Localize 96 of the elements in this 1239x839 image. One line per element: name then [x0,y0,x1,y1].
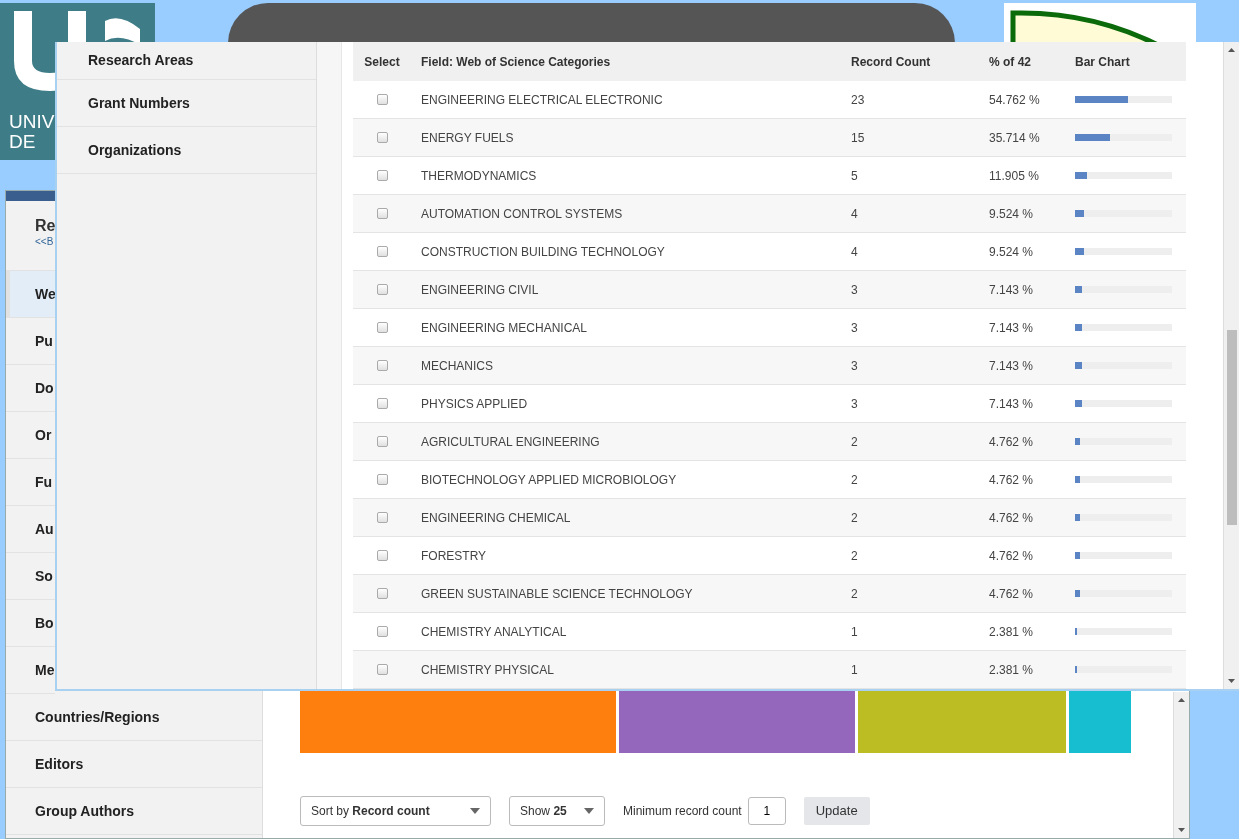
table-cell-text: 1 [850,661,859,679]
column-header[interactable]: Bar Chart [1065,52,1182,71]
table-cell-text: 2 [850,433,859,451]
scroll-up-icon[interactable] [1178,698,1185,702]
table-cell-text: GREEN SUSTAINABLE SCIENCE TECHNOLOGY [420,585,694,603]
table-cell-text: ENGINEERING CHEMICAL [420,509,572,527]
table-cell-text: 5 [850,167,859,185]
table-cell-text: 1 [850,623,859,641]
table-cell-text: ENGINEERING CIVIL [420,281,540,299]
show-label: Show 25 [520,803,567,820]
table-cell-text: 23 [850,91,866,109]
column-header[interactable]: Select [353,52,411,71]
row-checkbox[interactable] [376,436,388,447]
row-checkbox[interactable] [376,588,388,599]
row-checkbox[interactable] [376,512,388,523]
scroll-thumb[interactable] [1227,330,1237,525]
sort-label: Sort by Record count [311,803,430,820]
row-checkbox[interactable] [376,170,388,181]
table-cell-text: 2 [850,471,859,489]
table-cell-text: 35.714 % [988,129,1041,147]
row-checkbox[interactable] [376,550,388,561]
min-count-field[interactable]: 1 [747,797,786,825]
table-cell-text: ENGINEERING MECHANICAL [420,319,589,337]
table-cell-text: 4.762 % [988,509,1035,527]
table-cell-text: ENERGY FUELS [420,129,515,147]
table-cell-text: 3 [850,357,859,375]
column-header[interactable]: Field: Web of Science Categories [411,52,841,71]
table-cell-text: 4.762 % [988,547,1035,565]
sidebar-item[interactable]: Editors [6,741,262,788]
sidebar-heading: Re [35,217,57,235]
row-checkbox[interactable] [376,322,388,333]
column-header[interactable]: % of 42 [979,52,1065,71]
sidebar-item[interactable]: Countries/Regions [6,694,262,741]
min-count-label: Minimum record count [623,803,742,820]
table-cell-text: 4 [850,205,859,223]
table-cell-text: PHYSICS APPLIED [420,395,529,413]
table-cell-text: 7.143 % [988,319,1035,337]
table-cell-text: 3 [850,395,859,413]
row-checkbox[interactable] [376,132,388,143]
row-checkbox[interactable] [376,284,388,295]
scroll-up-icon[interactable] [1228,48,1235,52]
table-cell-text: 7.143 % [988,281,1035,299]
row-checkbox[interactable] [376,474,388,485]
table-cell-text: 9.524 % [988,243,1035,261]
table-cell-text: 54.762 % [988,91,1041,109]
sidebar-item[interactable]: Grant Numbers [57,80,316,127]
table-cell-text: 15 [850,129,866,147]
update-button[interactable]: Update [803,797,870,825]
table-cell-text: 4.762 % [988,471,1035,489]
table-cell-text: FORESTRY [420,547,488,565]
row-checkbox[interactable] [376,664,388,675]
sidebar-item[interactable]: Group Authors [6,788,262,835]
table-cell-text: CHEMISTRY PHYSICAL [420,661,555,679]
caret-icon [470,808,480,814]
row-checkbox[interactable] [376,94,388,105]
scrollbar[interactable] [1173,692,1189,838]
table-cell-text: 3 [850,319,859,337]
column-header[interactable]: Record Count [841,52,979,71]
row-checkbox[interactable] [376,246,388,257]
row-checkbox[interactable] [376,360,388,371]
logo-text: UNIV [9,112,55,132]
sort-dropdown[interactable]: Sort by Record count [300,796,491,826]
table-cell-text: 2.381 % [988,661,1035,679]
scrollbar[interactable] [1223,42,1239,689]
table-cell-text: 11.905 % [988,167,1040,185]
table-cell-text: 4 [850,243,859,261]
table-cell-text: THERMODYNAMICS [420,167,538,185]
logo-text: DE [9,132,36,152]
table-cell-text: 3 [850,281,859,299]
sidebar-item[interactable]: Research Areas [57,42,316,80]
table-cell-text: ENGINEERING ELECTRICAL ELECTRONIC [420,91,664,109]
scroll-down-icon[interactable] [1228,679,1235,683]
table-cell-text: 4.762 % [988,585,1035,603]
table-cell-text: 7.143 % [988,395,1035,413]
table-cell-text: 7.143 % [988,357,1035,375]
table-cell-text: MECHANICS [420,357,494,375]
table-cell-text: 9.524 % [988,205,1035,223]
table-cell-text: AUTOMATION CONTROL SYSTEMS [420,205,624,223]
back-link[interactable]: <<B [35,235,54,249]
row-checkbox[interactable] [376,398,388,409]
table-cell-text: 2.381 % [988,623,1035,641]
table-cell-text: 2 [850,585,859,603]
table-cell-text: BIOTECHNOLOGY APPLIED MICROBIOLOGY [420,471,678,489]
row-checkbox[interactable] [376,208,388,219]
table-cell-text: 2 [850,547,859,565]
show-dropdown[interactable]: Show 25 [509,796,605,826]
table-cell-text: 2 [850,509,859,527]
scroll-down-icon[interactable] [1178,828,1185,832]
table-cell-text: 4.762 % [988,433,1035,451]
table-cell-text: CONSTRUCTION BUILDING TECHNOLOGY [420,243,666,261]
row-checkbox[interactable] [376,626,388,637]
caret-icon [584,808,594,814]
sidebar-item[interactable]: We [6,271,55,318]
table-cell-text: CHEMISTRY ANALYTICAL [420,623,568,641]
sidebar-item[interactable]: Organizations [57,127,316,174]
table-cell-text: AGRICULTURAL ENGINEERING [420,433,601,451]
